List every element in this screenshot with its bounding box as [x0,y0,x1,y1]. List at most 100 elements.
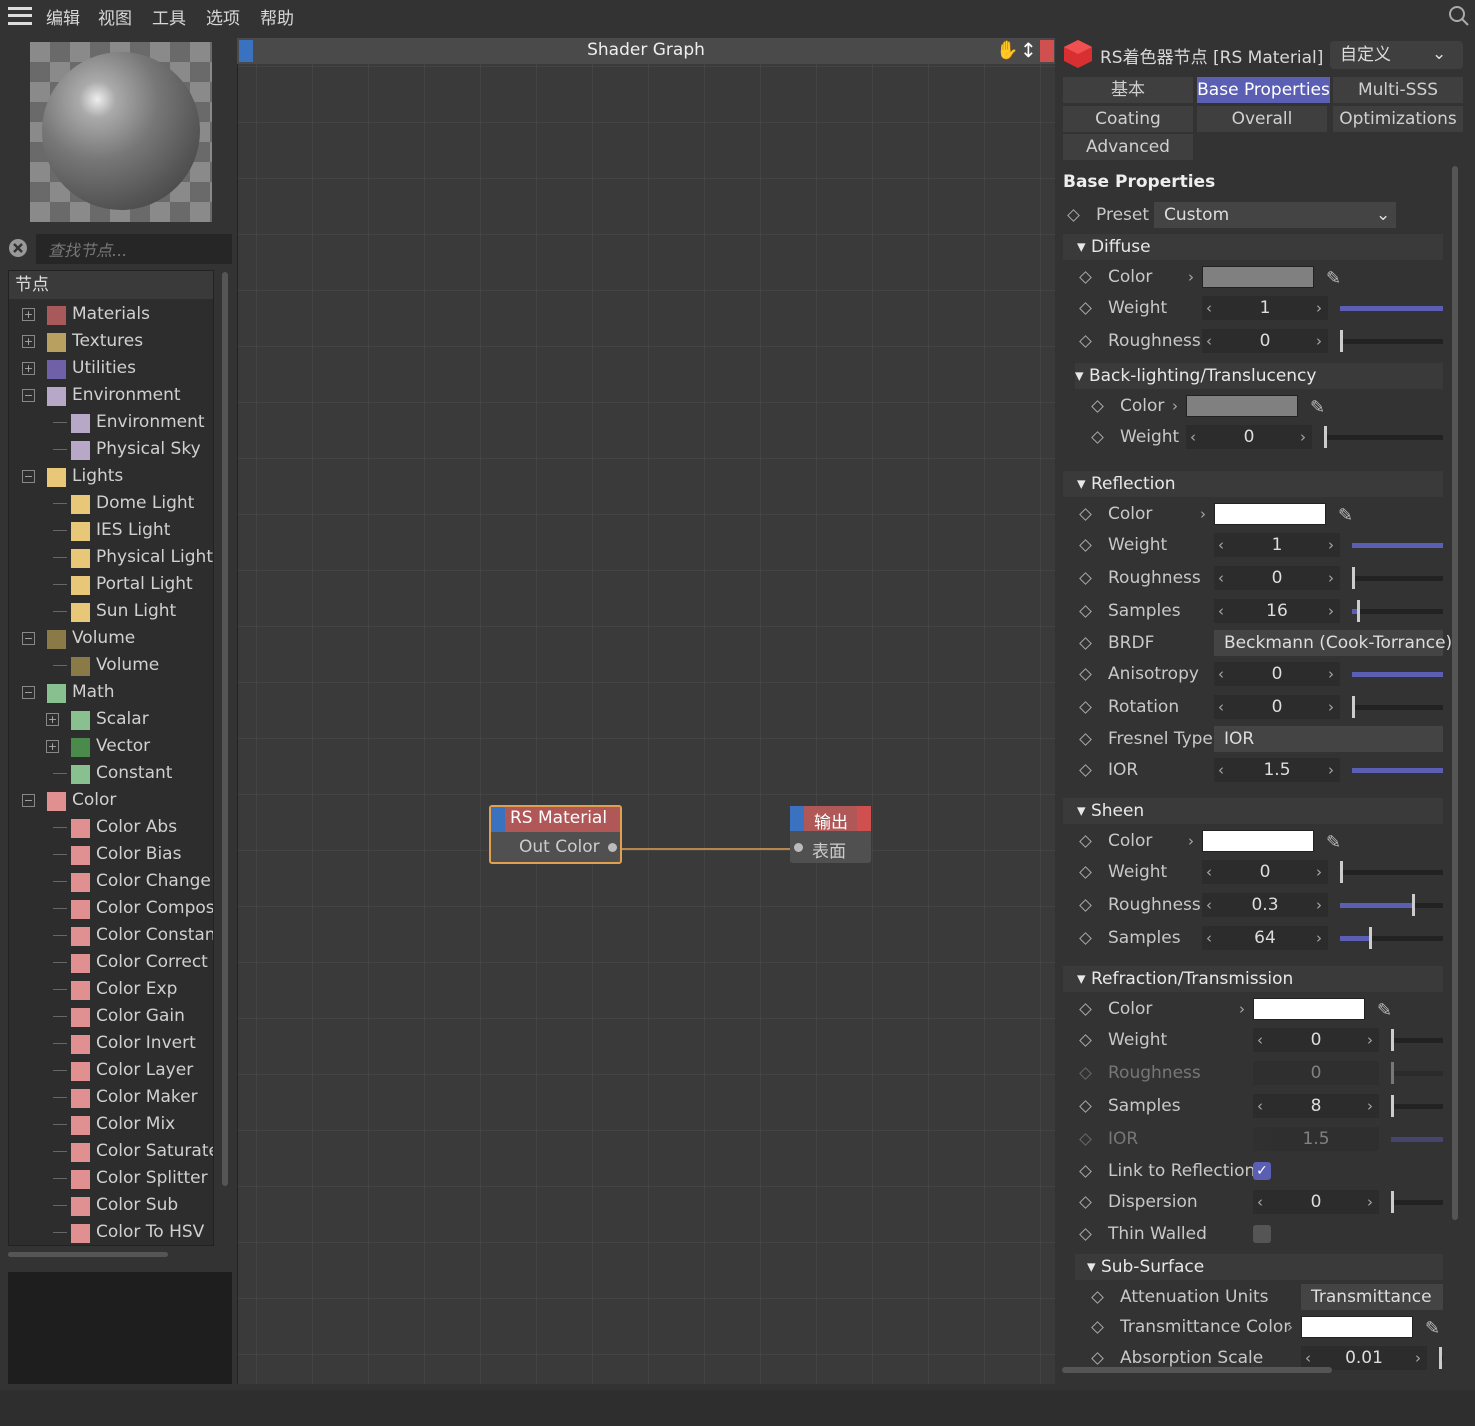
tree-item[interactable]: Volume [9,652,213,679]
increment-arrow-icon[interactable]: › [1316,296,1322,320]
keyframe-diamond-icon[interactable] [1079,1003,1092,1016]
number-field[interactable]: 0 ‹ › [1253,1190,1379,1214]
decrement-arrow-icon[interactable]: ‹ [1206,893,1212,917]
eyedropper-icon[interactable]: ✎ [1377,996,1392,1026]
slider-handle[interactable] [1439,1347,1442,1369]
keyframe-diamond-icon[interactable] [1079,572,1092,585]
number-field[interactable]: 0 ‹ › [1253,1028,1379,1052]
number-field[interactable]: 0 ‹ › [1214,566,1340,590]
expand-arrow-icon[interactable]: › [1287,1312,1293,1342]
slider-track[interactable] [1391,1038,1443,1043]
slider-handle[interactable] [1352,696,1355,718]
section-backlight[interactable]: ▾ Back-lighting/Translucency [1075,363,1443,389]
hand-icon[interactable]: ✋ [996,40,1018,61]
increment-arrow-icon[interactable]: › [1300,425,1306,449]
number-field[interactable]: 1.5 ‹ › [1214,758,1340,782]
tab-coating[interactable]: Coating [1063,106,1193,132]
tree-item[interactable]: + Materials [9,301,213,328]
tree-item[interactable]: Physical Sky [9,436,213,463]
tree-item[interactable]: Color Composite [9,895,213,922]
tree-item[interactable]: + Textures [9,328,213,355]
decrement-arrow-icon[interactable]: ‹ [1257,1190,1263,1214]
number-field[interactable]: 16 ‹ › [1214,599,1340,623]
preset-dropdown[interactable]: Custom ⌄ [1154,202,1396,228]
keyframe-diamond-icon[interactable] [1079,271,1092,284]
keyframe-diamond-icon[interactable] [1079,335,1092,348]
eyedropper-icon[interactable]: ✎ [1326,828,1341,858]
search-icon[interactable] [1448,5,1470,27]
tree-item[interactable]: Color Maker [9,1084,213,1111]
increment-arrow-icon[interactable]: › [1316,329,1322,353]
eyedropper-icon[interactable]: ✎ [1425,1314,1440,1344]
keyframe-diamond-icon[interactable] [1079,764,1092,777]
eyedropper-icon[interactable]: ✎ [1310,393,1325,423]
keyframe-diamond-icon[interactable] [1091,1291,1104,1304]
keyframe-diamond-icon[interactable] [1079,1165,1092,1178]
number-field[interactable]: 64 ‹ › [1202,926,1328,950]
collapse-icon[interactable]: − [22,632,35,645]
tree-item[interactable]: Sun Light [9,598,213,625]
increment-arrow-icon[interactable]: › [1415,1346,1421,1370]
increment-arrow-icon[interactable]: › [1316,893,1322,917]
slider-handle[interactable] [1324,426,1327,448]
tree-scrollbar[interactable] [222,272,228,1186]
dropdown[interactable]: Transmittance [1301,1284,1443,1310]
slider-handle[interactable] [1391,1029,1394,1051]
color-swatch[interactable] [1301,1316,1413,1338]
expand-icon[interactable]: + [22,362,35,375]
slider-handle[interactable] [1391,1191,1394,1213]
color-swatch[interactable] [1214,503,1326,525]
keyframe-diamond-icon[interactable] [1079,1034,1092,1047]
clear-search-icon[interactable] [8,238,28,258]
increment-arrow-icon[interactable]: › [1367,1094,1373,1118]
panel-hscrollbar[interactable] [1062,1367,1332,1373]
slider-track[interactable] [1340,339,1443,344]
keyframe-diamond-icon[interactable] [1079,733,1092,746]
rs-material-node[interactable]: RS Material Out Color [489,805,622,864]
decrement-arrow-icon[interactable]: ‹ [1206,296,1212,320]
menu-view[interactable]: 视图 [98,4,132,29]
shader-graph-canvas[interactable] [237,38,1055,1384]
slider-handle[interactable] [1412,894,1415,916]
tree-item[interactable]: Color Saturate [9,1138,213,1165]
tab-multi-sss[interactable]: Multi-SSS [1333,77,1463,103]
keyframe-diamond-icon[interactable] [1079,899,1092,912]
expand-arrow-icon[interactable]: › [1200,499,1206,529]
decrement-arrow-icon[interactable]: ‹ [1218,662,1224,686]
increment-arrow-icon[interactable]: › [1367,1190,1373,1214]
tree-item[interactable]: Color Constant [9,922,213,949]
checkbox-checked[interactable]: ✓ [1253,1162,1271,1180]
menu-help[interactable]: 帮助 [260,4,294,29]
decrement-arrow-icon[interactable]: ‹ [1218,599,1224,623]
tree-item[interactable]: Color Change R [9,868,213,895]
keyframe-diamond-icon[interactable] [1091,1352,1104,1365]
panel-vscrollbar[interactable] [1452,166,1458,1220]
section-refraction[interactable]: ▾ Refraction/Transmission [1063,966,1443,992]
expand-icon[interactable]: + [46,740,59,753]
slider-handle[interactable] [1357,600,1360,622]
tab-optimizations[interactable]: Optimizations [1333,106,1463,132]
expand-icon[interactable]: + [46,713,59,726]
checkbox[interactable] [1253,1225,1271,1243]
tree-item[interactable]: − Environment [9,382,213,409]
increment-arrow-icon[interactable]: › [1328,533,1334,557]
slider-handle[interactable] [1391,1095,1394,1117]
slider-handle[interactable] [1340,330,1343,352]
slider-track[interactable] [1340,870,1443,875]
tree-item[interactable]: Physical Light [9,544,213,571]
tab-basic[interactable]: 基本 [1063,77,1193,103]
decrement-arrow-icon[interactable]: ‹ [1206,860,1212,884]
tree-item[interactable]: − Lights [9,463,213,490]
tree-item[interactable]: − Volume [9,625,213,652]
keyframe-diamond-icon[interactable] [1079,1067,1092,1080]
increment-arrow-icon[interactable]: › [1328,599,1334,623]
tree-item[interactable]: + Scalar [9,706,213,733]
color-swatch[interactable] [1202,830,1314,852]
tree-item[interactable]: Color Abs [9,814,213,841]
eyedropper-icon[interactable]: ✎ [1326,264,1341,294]
decrement-arrow-icon[interactable]: ‹ [1218,566,1224,590]
number-field[interactable]: 1 ‹ › [1202,296,1328,320]
menu-options[interactable]: 选项 [206,4,240,29]
slider-handle[interactable] [1340,861,1343,883]
color-swatch[interactable] [1253,998,1365,1020]
